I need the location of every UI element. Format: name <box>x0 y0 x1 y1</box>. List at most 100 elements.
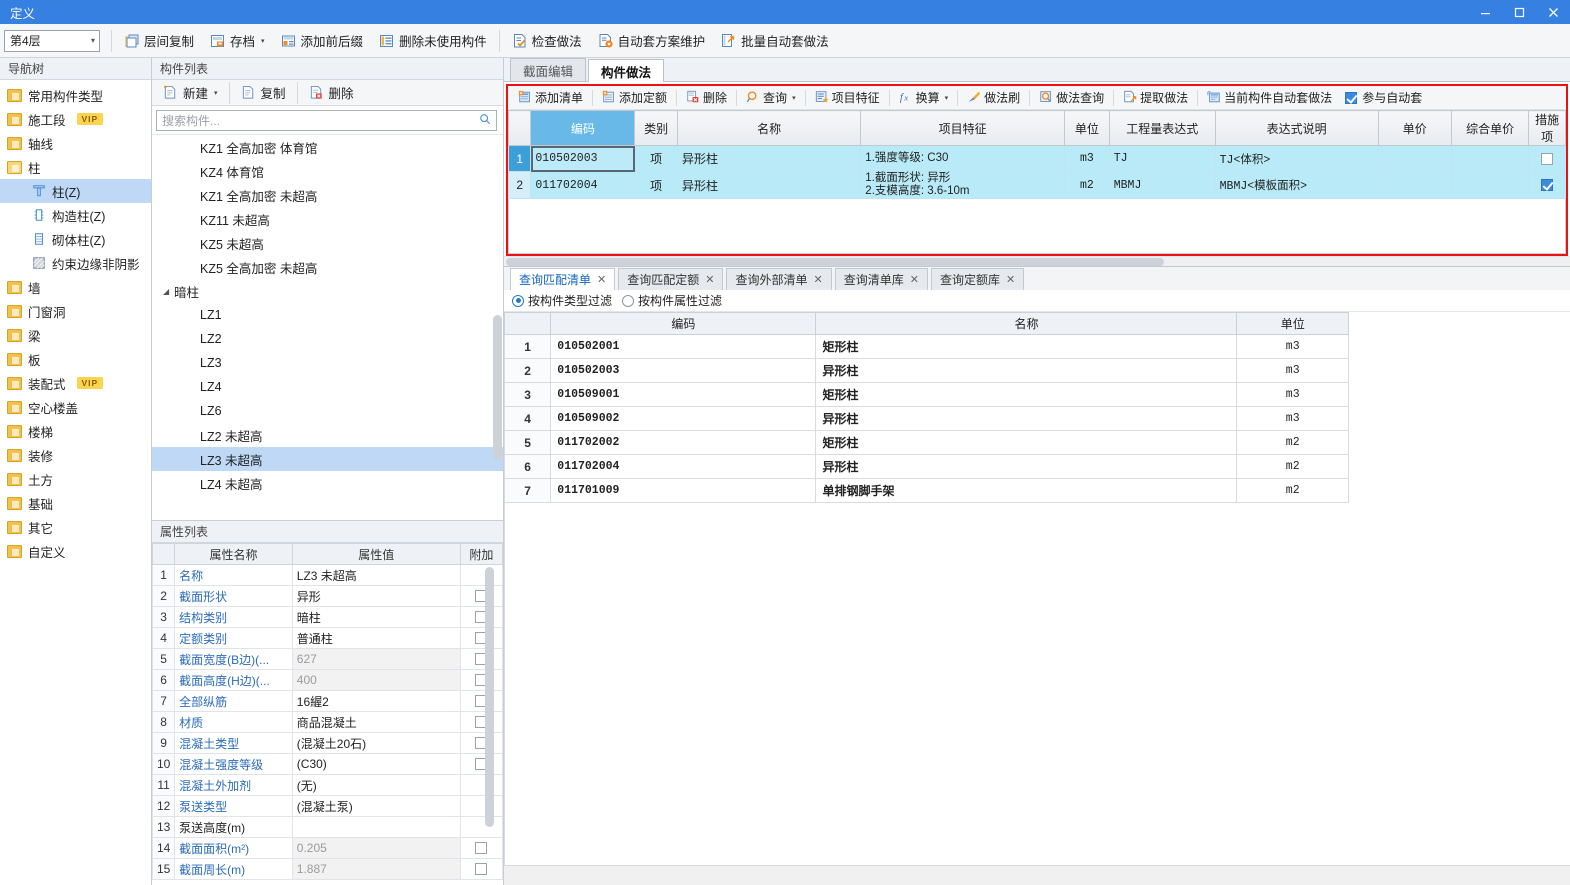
component-item[interactable]: LZ4 <box>152 375 503 399</box>
query-cell-name[interactable]: 矩形柱 <box>815 334 1238 359</box>
radio-component-type[interactable] <box>512 294 524 307</box>
property-attach-checkbox[interactable] <box>475 863 488 875</box>
method-cell-expression[interactable]: TJ <box>1108 145 1216 172</box>
query-row[interactable]: 3 010509001 矩形柱 m3 <box>504 382 1349 407</box>
property-row[interactable]: 7 全部纵筋 16䌂2 <box>152 690 503 712</box>
nav-item-17[interactable]: 基础 <box>0 491 151 515</box>
component-delete-button[interactable]: 删除 <box>302 80 361 106</box>
toolbar-btn-delete-unused[interactable]: 删除未使用构件 <box>372 28 494 54</box>
property-attach-cell[interactable] <box>459 564 503 586</box>
method-cell-category[interactable]: 项 <box>634 171 679 199</box>
method-cell-expression-desc[interactable]: TJ<体积> <box>1214 145 1379 172</box>
method-grid-hscrollbar[interactable] <box>504 256 1570 266</box>
nav-item-11[interactable]: 板 <box>0 347 151 371</box>
tab-component-method[interactable]: 构件做法 <box>588 59 665 82</box>
nav-item-6[interactable]: 砌体柱(Z) <box>0 227 151 251</box>
property-attach-cell[interactable] <box>459 690 503 712</box>
property-value[interactable]: 400 <box>291 669 461 691</box>
method-col-expr-desc[interactable]: 表达式说明 <box>1214 110 1379 146</box>
measure-checkbox[interactable] <box>1541 179 1554 191</box>
tab-section-edit[interactable]: 截面编辑 <box>510 58 587 81</box>
component-copy-button[interactable]: 复制 <box>234 80 293 106</box>
filter-by-component-type[interactable]: 按构件类型过滤 <box>512 292 612 309</box>
close-icon[interactable]: ✕ <box>705 273 714 286</box>
method-cell-comp-price[interactable] <box>1450 171 1530 199</box>
extract-method-button[interactable]: 提取做法 <box>1117 88 1194 108</box>
method-cell-measure[interactable] <box>1528 145 1566 172</box>
method-cell-unit[interactable]: m2 <box>1063 171 1110 199</box>
property-value[interactable]: 0.205 <box>291 837 461 859</box>
property-row[interactable]: 9 混凝土类型 (混凝土20石) <box>152 732 503 754</box>
nav-item-1[interactable]: 施工段 VIP <box>0 107 151 131</box>
property-attach-cell[interactable] <box>459 774 503 796</box>
query-cell-code[interactable]: 010509002 <box>550 406 817 431</box>
search-icon[interactable] <box>479 113 491 128</box>
query-col-code[interactable]: 编码 <box>550 312 817 335</box>
delete-method-button[interactable]: 删除 <box>680 88 733 108</box>
method-col-feature[interactable]: 项目特征 <box>860 110 1065 146</box>
query-cell-unit[interactable]: m2 <box>1236 430 1349 455</box>
property-value[interactable]: 普通柱 <box>291 627 461 649</box>
toolbar-btn-check-method[interactable]: 检查做法 <box>505 28 589 54</box>
method-row[interactable]: 1 010502003 项异形柱 1.强度等级: C30 m3 TJ TJ<体积> <box>507 145 1566 172</box>
query-cell-code[interactable]: 010509001 <box>550 382 817 407</box>
query-row[interactable]: 7 011701009 单排钢脚手架 m2 <box>504 478 1349 503</box>
property-value[interactable]: (混凝土20石) <box>291 732 461 754</box>
query-cell-name[interactable]: 矩形柱 <box>815 382 1238 407</box>
property-attach-cell[interactable] <box>459 606 503 628</box>
property-row[interactable]: 4 定额类别 普通柱 <box>152 627 503 649</box>
component-item[interactable]: LZ2 未超高 <box>152 423 503 447</box>
query-tab-2[interactable]: 查询外部清单 ✕ <box>726 268 832 290</box>
method-cell-name[interactable]: 异形柱 <box>677 145 862 172</box>
method-query-button[interactable]: 做法查询 <box>1033 88 1110 108</box>
convert-button[interactable]: fx 换算 ▾ <box>893 88 955 108</box>
property-attach-cell[interactable] <box>459 585 503 607</box>
component-item[interactable]: KZ11 未超高 <box>152 207 503 231</box>
nav-item-16[interactable]: 土方 <box>0 467 151 491</box>
nav-item-3[interactable]: 柱 <box>0 155 151 179</box>
participate-auto-checkbox-box[interactable] <box>1345 91 1358 104</box>
property-attach-cell[interactable] <box>459 732 503 754</box>
property-attach-cell[interactable] <box>459 627 503 649</box>
query-cell-unit[interactable]: m3 <box>1236 334 1349 359</box>
query-col-unit[interactable]: 单位 <box>1236 312 1349 335</box>
component-item[interactable]: KZ5 未超高 <box>152 231 503 255</box>
maximize-button[interactable] <box>1502 0 1536 24</box>
toolbar-btn-archive[interactable]: 存档 ▾ <box>203 28 272 54</box>
property-row[interactable]: 13 泵送高度(m) <box>152 816 503 838</box>
component-list[interactable]: KZ1 全高加密 体育馆 KZ4 体育馆 KZ1 全高加密 未超高 KZ11 未超高 K… <box>152 134 503 520</box>
query-grid-empty-area[interactable] <box>504 503 1570 865</box>
query-cell-name[interactable]: 单排钢脚手架 <box>815 478 1238 503</box>
method-cell-measure[interactable] <box>1528 171 1566 199</box>
component-list-scrollbar[interactable] <box>493 315 502 460</box>
query-row[interactable]: 6 011702004 异形柱 m2 <box>504 454 1349 479</box>
component-item[interactable]: LZ2 <box>152 327 503 351</box>
property-value[interactable]: LZ3 未超高 <box>291 564 461 586</box>
nav-item-10[interactable]: 梁 <box>0 323 151 347</box>
nav-item-12[interactable]: 装配式 VIP <box>0 371 151 395</box>
property-row[interactable]: 6 截面高度(H边)(... 400 <box>152 669 503 691</box>
method-grid-hscroll-thumb[interactable] <box>506 258 1165 266</box>
query-cell-code[interactable]: 011702004 <box>550 454 817 479</box>
toolbar-btn-add-affix[interactable]: 添加前后缀 <box>274 28 371 54</box>
property-row[interactable]: 11 混凝土外加剂 (无) <box>152 774 503 796</box>
method-cell-code[interactable]: 010502003 <box>530 145 636 172</box>
property-row[interactable]: 3 结构类别 暗柱 <box>152 606 503 628</box>
query-button[interactable]: 查询 ▾ <box>740 88 802 108</box>
auto-apply-button[interactable]: 当前构件自动套做法 <box>1201 88 1338 108</box>
property-value[interactable]: 627 <box>291 648 461 670</box>
property-value[interactable]: 16䌂2 <box>291 690 461 712</box>
close-button[interactable] <box>1536 0 1570 24</box>
property-attach-cell[interactable] <box>459 858 503 880</box>
nav-item-2[interactable]: 轴线 <box>0 131 151 155</box>
property-value[interactable]: 商品混凝土 <box>291 711 461 733</box>
property-attach-cell[interactable] <box>459 816 503 838</box>
nav-item-18[interactable]: 其它 <box>0 515 151 539</box>
nav-item-9[interactable]: 门窗洞 <box>0 299 151 323</box>
property-attach-cell[interactable] <box>459 753 503 775</box>
property-attach-cell[interactable] <box>459 648 503 670</box>
method-cell-expression-desc[interactable]: MBMJ<模板面积> <box>1214 171 1379 199</box>
property-list-scrollbar[interactable] <box>485 567 494 827</box>
query-cell-code[interactable]: 010502003 <box>550 358 817 383</box>
method-grid-empty-area[interactable] <box>508 199 1566 254</box>
